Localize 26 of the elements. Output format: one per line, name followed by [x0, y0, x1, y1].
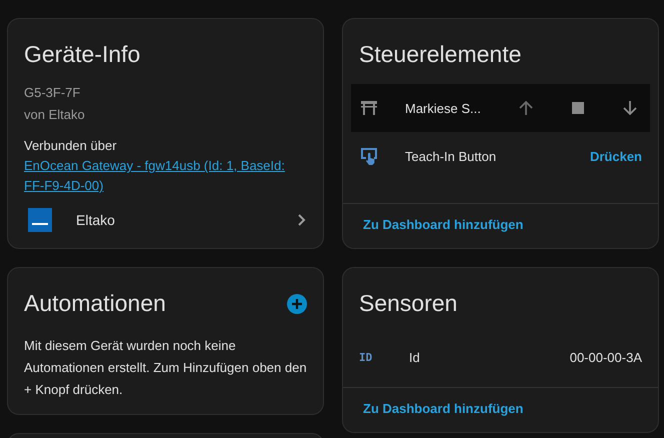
entity-name: Teach-In Button [405, 148, 498, 164]
press-button[interactable]: Drücken [590, 148, 642, 164]
touch-screen-icon [359, 146, 379, 166]
sensor-name: Id [409, 350, 421, 364]
add-to-dashboard-link[interactable]: Zu Dashboard hinzufügen [363, 217, 524, 232]
card-title: Sensoren [359, 290, 458, 317]
id-icon: ID [359, 350, 383, 364]
card-title: Automationen [24, 290, 166, 317]
add-button[interactable] [287, 294, 307, 314]
automations-text: Mit diesem Gerät wurden noch keine Automationen erstellt. Zum Hinzufügen oben den + Knopf drücken. [24, 337, 307, 399]
add-to-dashboard-link[interactable]: Zu Dashboard hinzufügen [363, 401, 524, 416]
integration-row[interactable]: Eltako [8, 196, 323, 244]
device-model: G5-3F-7F [24, 84, 82, 102]
sensor-row[interactable]: ID Id 00-00-00-3A [351, 333, 650, 381]
sensor-value: 00-00-00-3A [570, 350, 642, 364]
connection-label: Verbunden über [24, 138, 117, 153]
device-manufacturer: von Eltako [24, 106, 86, 124]
entity-row[interactable]: Teach-In Button Drücken [351, 132, 650, 180]
card-title: Steuerelemente [359, 41, 522, 68]
gateway-link[interactable]: EnOcean Gateway - fgw14usb (Id: 1, BaseId: FF-F9-4D-00) [24, 156, 307, 196]
entity-name: Markiese S... [405, 100, 482, 116]
plus-icon [291, 298, 303, 310]
chevron-right-icon [297, 213, 307, 227]
card-title: Geräte-Info [24, 41, 140, 68]
entity-row[interactable]: Markiese S... [351, 84, 650, 132]
integration-name: Eltako [76, 212, 116, 228]
